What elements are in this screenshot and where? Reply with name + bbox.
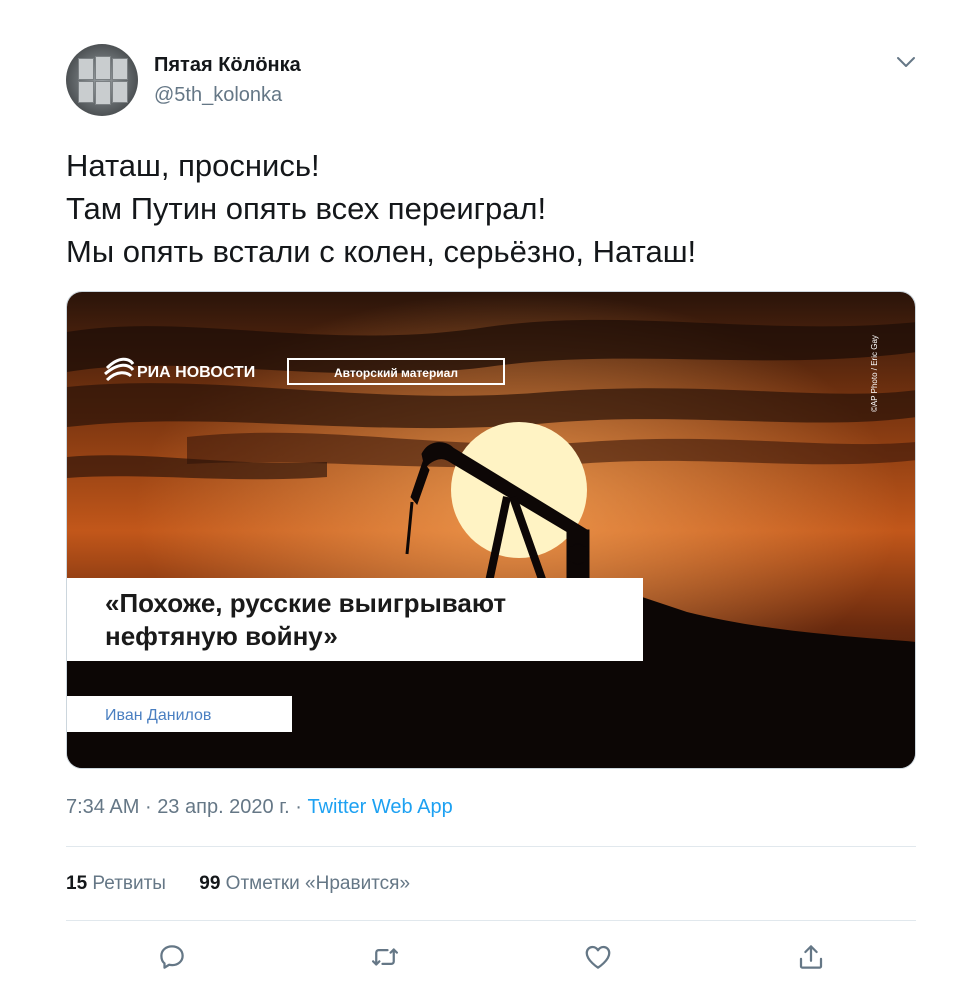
tweet-time[interactable]: 7:34 AM xyxy=(66,796,139,818)
retweets-count: 15 xyxy=(66,873,88,894)
divider xyxy=(66,920,916,921)
heart-icon xyxy=(585,945,611,969)
media-brand: РИА НОВОСТИ xyxy=(137,364,255,381)
likes-label: Отметки «Нравится» xyxy=(225,873,411,894)
share-icon xyxy=(799,945,823,969)
tweet-line: Мы опять встали с колен, серьёзно, Наташ… xyxy=(66,234,697,269)
avatar-block xyxy=(78,58,94,80)
avatar-block xyxy=(95,81,111,105)
avatar-block xyxy=(78,81,94,103)
chevron-down-icon[interactable] xyxy=(894,50,918,74)
likes-stat[interactable]: 99 Отметки «Нравится» xyxy=(199,873,410,894)
media-credit: ©AP Photo / Eric Gay xyxy=(870,335,879,412)
media-image[interactable]: РИА НОВОСТИ Авторский материал ©AP Photo… xyxy=(66,291,916,769)
avatar[interactable] xyxy=(66,44,138,116)
likes-count: 99 xyxy=(199,873,221,894)
tweet-meta: 7:34 AM · 23 апр. 2020 г. · Twitter Web … xyxy=(66,796,453,819)
tweet-source-link[interactable]: Twitter Web App xyxy=(307,796,452,818)
reply-icon xyxy=(160,945,184,969)
avatar-block xyxy=(112,81,128,103)
media-headline-line1: «Похоже, русские выигрывают xyxy=(105,588,506,618)
retweet-button[interactable] xyxy=(370,942,400,972)
media-graphic: РИА НОВОСТИ Авторский материал ©AP Photo… xyxy=(67,292,915,768)
divider xyxy=(66,846,916,847)
like-button[interactable] xyxy=(583,942,613,972)
user-handle[interactable]: @5th_kolonka xyxy=(154,84,282,107)
meta-separator: · xyxy=(144,796,152,818)
retweet-icon xyxy=(372,948,398,966)
tweet-text: Наташ, проснись! Там Путин опять всех пер… xyxy=(66,144,696,273)
share-button[interactable] xyxy=(796,942,826,972)
retweets-stat[interactable]: 15 Ретвиты xyxy=(66,873,166,894)
media-author: Иван Данилов xyxy=(105,707,211,724)
media-tag: Авторский материал xyxy=(334,366,458,380)
reply-button[interactable] xyxy=(157,942,187,972)
meta-separator: · xyxy=(295,796,302,818)
avatar-block xyxy=(112,58,128,80)
retweets-label: Ретвиты xyxy=(92,873,166,894)
user-name[interactable]: Пятая Кӧлӧнка xyxy=(154,54,301,77)
tweet-stats: 15 Ретвиты 99 Отметки «Нравится» xyxy=(66,873,438,895)
media-headline-line2: нефтяную войну» xyxy=(105,621,338,651)
tweet-date[interactable]: 23 апр. 2020 г. xyxy=(157,796,289,818)
avatar-block xyxy=(95,56,111,80)
tweet-line: Наташ, проснись! xyxy=(66,148,320,183)
tweet-line: Там Путин опять всех переиграл! xyxy=(66,191,547,226)
